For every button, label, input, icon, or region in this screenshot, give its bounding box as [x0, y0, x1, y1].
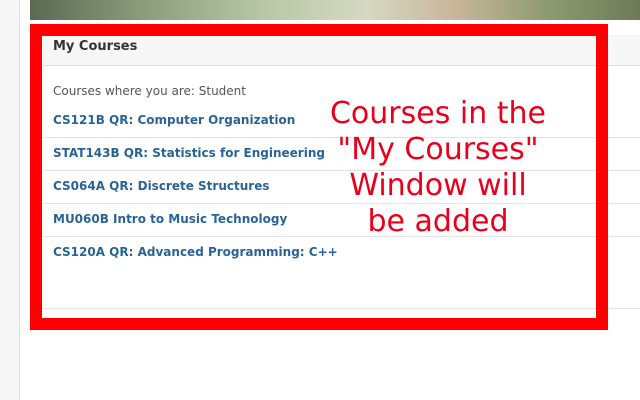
my-courses-title: My Courses	[53, 39, 138, 54]
annotation-line: Courses in the	[329, 96, 547, 131]
annotation-line: "My Courses"	[337, 132, 539, 167]
header-banner-image	[30, 0, 640, 20]
course-link-cs120a[interactable]: CS120A QR: Advanced Programming: C++	[53, 245, 338, 259]
course-link-cs064a[interactable]: CS064A QR: Discrete Structures	[53, 179, 269, 193]
page: My Courses Courses where you are: Studen…	[0, 0, 640, 400]
list-item: CS120A QR: Advanced Programming: C++	[43, 237, 640, 269]
block-divider	[43, 308, 640, 309]
course-link-mu060b[interactable]: MU060B Intro to Music Technology	[53, 212, 287, 226]
annotation-text: Courses in the "My Courses" Window will …	[320, 96, 556, 240]
role-label: Courses where you are: Student	[53, 84, 246, 98]
my-courses-header: My Courses	[43, 35, 640, 66]
course-link-stat143b[interactable]: STAT143B QR: Statistics for Engineering	[53, 146, 325, 160]
left-sidebar-rail	[0, 0, 20, 400]
course-link-cs121b[interactable]: CS121B QR: Computer Organization	[53, 113, 295, 127]
annotation-line: be added	[367, 204, 509, 239]
annotation-line: Window will	[349, 168, 527, 203]
